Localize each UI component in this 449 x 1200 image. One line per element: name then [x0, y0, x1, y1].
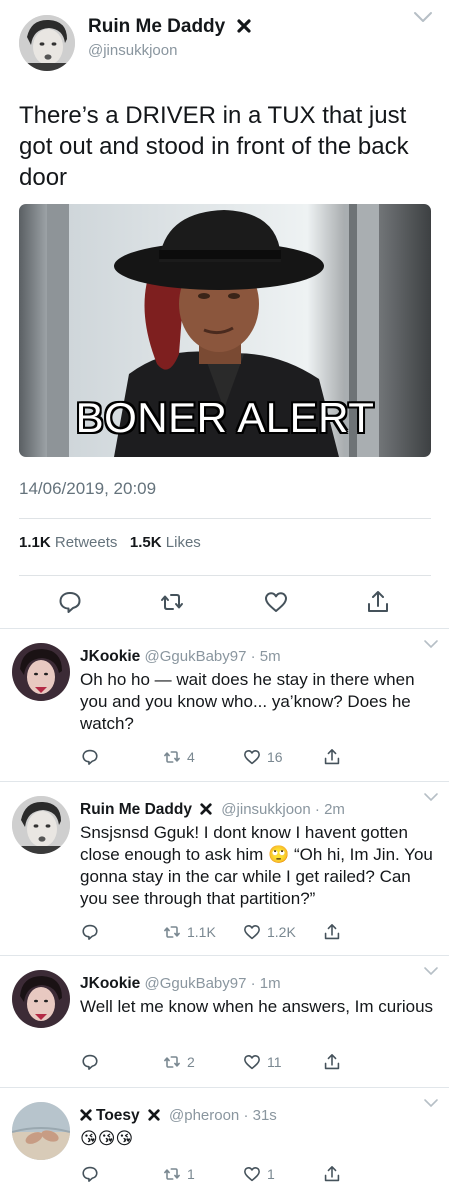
like-icon [244, 1167, 260, 1182]
reply-button[interactable] [80, 1164, 100, 1184]
x-mark-icon [200, 803, 212, 815]
tweet-gif[interactable]: BONER ALERT [19, 204, 431, 457]
reply-display-name[interactable]: JKookie [80, 975, 140, 992]
chevron-down-icon[interactable] [423, 966, 439, 976]
share-button[interactable] [322, 1052, 342, 1072]
reply-text: Oh ho ho — wait does he stay in there wh… [80, 670, 415, 733]
gif-caption: BONER ALERT [75, 394, 375, 441]
reply-actions: 1.1K 1.2K [0, 922, 449, 944]
avatar[interactable] [12, 1102, 70, 1160]
share-icon[interactable] [364, 588, 392, 616]
share-icon [324, 749, 340, 765]
main-tweet: Ruin Me Daddy @jinsukkjoon There’s a DRI… [0, 0, 449, 628]
chevron-down-icon[interactable] [423, 792, 439, 802]
reply-text: Snsjsnsd Gguk! I dont know I havent gott… [80, 823, 433, 908]
avatar[interactable] [12, 970, 70, 1028]
reply-tweet[interactable]: JKookie @GgukBaby97 · 1m Well let me kno… [0, 956, 449, 1087]
tweet-timestamp: 14/06/2019, 20:09 [19, 479, 157, 498]
like-button[interactable]: 1 [242, 1164, 275, 1184]
x-mark-icon [148, 1109, 160, 1121]
divider [19, 575, 431, 576]
retweet-button[interactable]: 2 [162, 1052, 195, 1072]
likes-label[interactable]: Likes [166, 534, 201, 551]
reply-display-name[interactable]: Ruin Me Daddy [80, 801, 192, 818]
avatar[interactable] [12, 796, 70, 854]
likes-count[interactable]: 1.5K [130, 534, 162, 551]
like-icon [244, 1055, 260, 1070]
reply-handle[interactable]: @GgukBaby97 · 1m [144, 975, 280, 992]
share-icon [324, 924, 340, 940]
share-icon [324, 1166, 340, 1182]
retweet-icon[interactable] [158, 588, 186, 616]
retweet-button[interactable]: 4 [162, 747, 195, 767]
retweets-count[interactable]: 1.1K [19, 534, 51, 551]
like-button[interactable]: 16 [242, 747, 283, 767]
retweet-count: 4 [187, 749, 195, 765]
like-count: 1 [267, 1166, 275, 1182]
reply-handle[interactable]: @GgukBaby97 · 5m [144, 648, 280, 665]
chevron-down-icon[interactable] [413, 10, 433, 24]
reply-actions: 4 16 [0, 747, 449, 769]
reply-icon [82, 924, 98, 940]
share-icon [324, 1054, 340, 1070]
retweet-icon [164, 1056, 180, 1068]
like-button[interactable]: 1.2K [242, 922, 296, 942]
share-button[interactable] [322, 1164, 342, 1184]
retweet-button[interactable]: 1.1K [162, 922, 216, 942]
reply-tweet[interactable]: JKookie @GgukBaby97 · 5m Oh ho ho — wait… [0, 629, 449, 781]
reply-tweet[interactable]: Ruin Me Daddy @jinsukkjoon · 2m Snsjsnsd… [0, 782, 449, 955]
x-mark-icon [80, 1109, 92, 1121]
reply-icon [82, 749, 98, 765]
reply-actions: 1 1 [0, 1164, 449, 1186]
reply-header: Ruin Me Daddy @jinsukkjoon · 2m [80, 801, 345, 819]
reply-header: JKookie @GgukBaby97 · 5m [80, 648, 281, 666]
like-icon [244, 925, 260, 940]
tweet-actions [0, 588, 449, 618]
tweet-text: There’s a DRIVER in a TUX that just got … [19, 102, 409, 191]
retweet-icon [164, 926, 180, 938]
user-handle[interactable]: @jinsukkjoon [88, 42, 177, 59]
reply-icon [82, 1166, 98, 1182]
x-mark-icon [236, 19, 251, 33]
retweet-icon [164, 1168, 180, 1180]
reply-button[interactable] [80, 747, 100, 767]
retweet-count: 1.1K [187, 924, 216, 940]
chevron-down-icon[interactable] [423, 1098, 439, 1108]
share-button[interactable] [322, 922, 342, 942]
retweet-icon [164, 751, 180, 763]
share-button[interactable] [322, 747, 342, 767]
divider [19, 518, 431, 519]
reply-header: Toesy @pheroon · 31s [80, 1107, 277, 1125]
avatar[interactable] [19, 15, 75, 71]
retweet-button[interactable]: 1 [162, 1164, 195, 1184]
like-count: 1.2K [267, 924, 296, 940]
reply-icon[interactable] [56, 588, 84, 616]
reply-display-name[interactable]: Toesy [96, 1107, 140, 1124]
like-count: 16 [267, 749, 283, 765]
retweet-count: 2 [187, 1054, 195, 1070]
reply-icon [82, 1054, 98, 1070]
avatar[interactable] [12, 643, 70, 701]
like-button[interactable]: 11 [242, 1052, 282, 1072]
reply-tweet[interactable]: Toesy @pheroon · 31s 😘😘😘 1 1 [0, 1088, 449, 1200]
engagement-stats: 1.1K Retweets 1.5K Likes [19, 534, 201, 551]
retweet-count: 1 [187, 1166, 195, 1182]
reply-text: Well let me know when he answers, Im cur… [80, 997, 434, 1016]
reply-handle[interactable]: @pheroon · 31s [169, 1107, 277, 1124]
reply-handle[interactable]: @jinsukkjoon · 2m [221, 801, 345, 818]
like-icon[interactable] [262, 588, 290, 616]
retweets-label[interactable]: Retweets [55, 534, 118, 551]
like-icon [244, 750, 260, 765]
reply-button[interactable] [80, 922, 100, 942]
reply-button[interactable] [80, 1052, 100, 1072]
reply-text: 😘😘😘 [80, 1129, 134, 1148]
reply-actions: 2 11 [0, 1052, 449, 1074]
reply-display-name[interactable]: JKookie [80, 648, 140, 665]
chevron-down-icon[interactable] [423, 639, 439, 649]
like-count: 11 [267, 1054, 282, 1070]
display-name[interactable]: Ruin Me Daddy [88, 16, 251, 38]
reply-header: JKookie @GgukBaby97 · 1m [80, 975, 281, 993]
